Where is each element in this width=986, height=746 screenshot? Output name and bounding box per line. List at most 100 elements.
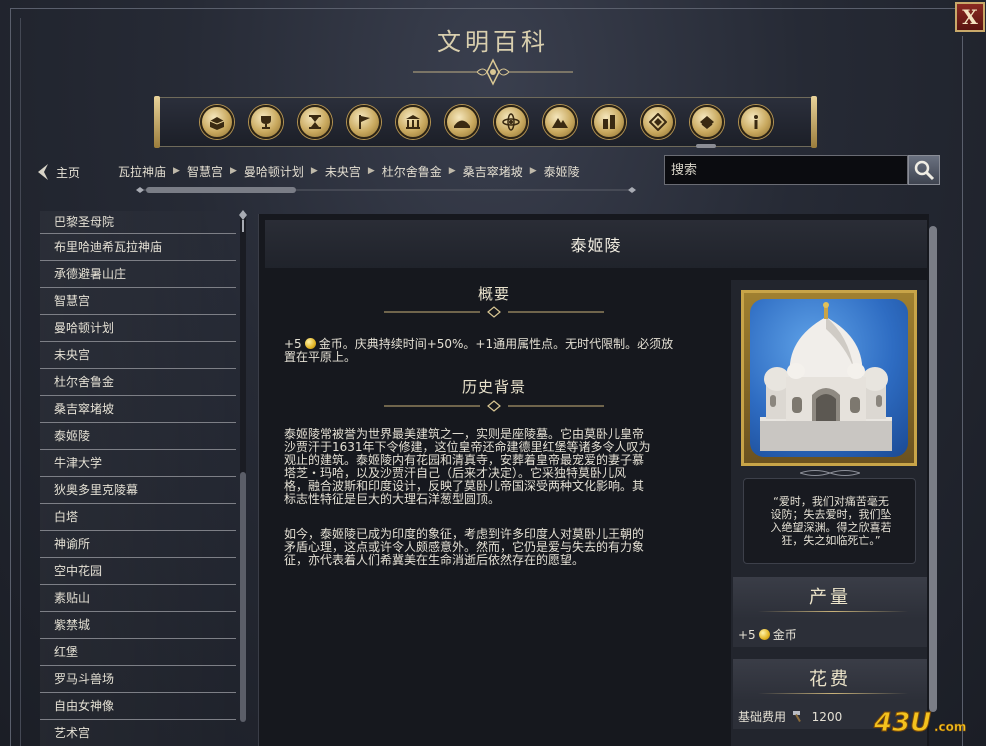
gold-coin-icon xyxy=(304,338,316,349)
quote-line: 入绝望深渊。得之欣喜若 xyxy=(770,521,892,534)
category-diamond-icon[interactable] xyxy=(641,105,675,139)
section-divider-icon xyxy=(384,400,604,412)
sidebar-item[interactable]: 神谕所 xyxy=(40,531,236,558)
search-button[interactable] xyxy=(908,155,940,185)
section-divider-icon xyxy=(384,306,604,318)
category-atom-icon[interactable] xyxy=(494,105,528,139)
history-paragraph-2: 如今，泰姬陵已成为印度的象征，考虑到许多印度人对莫卧儿王朝的 矛盾心理，这点或许… xyxy=(284,528,714,567)
breadcrumb-separator-icon: ▶ xyxy=(367,166,375,176)
cost-row: 基础费用 1200 xyxy=(738,708,842,725)
summary-prefix: +5 xyxy=(284,337,302,351)
portrait-ornament-icon xyxy=(800,470,860,476)
breadcrumb-item[interactable]: 曼哈顿计划 xyxy=(244,163,304,180)
svg-text:43U: 43U xyxy=(873,708,931,738)
home-label: 主页 xyxy=(56,165,81,180)
category-hourglass-icon[interactable] xyxy=(298,105,332,139)
category-info-icon[interactable] xyxy=(739,105,773,139)
cost-label: 基础费用 xyxy=(738,710,787,724)
summary-line-1: 金币。庆典持续时间+50%。+1通用属性点。无时代限制。必须放 xyxy=(318,337,674,351)
category-tent-icon[interactable] xyxy=(445,105,479,139)
summary-line-2: 置在平原上。 xyxy=(284,350,357,364)
frame-top-line xyxy=(10,8,956,9)
category-flag-icon[interactable] xyxy=(347,105,381,139)
page-title: 文明百科 xyxy=(437,28,549,56)
home-link[interactable]: 主页 xyxy=(36,162,80,182)
cost-heading: 花费 xyxy=(809,669,851,690)
sidebar-item[interactable]: 罗马斗兽场 xyxy=(40,666,236,693)
sidebar-item[interactable]: 空中花园 xyxy=(40,558,236,585)
sidebar-item[interactable]: 白塔 xyxy=(40,504,236,531)
history-heading: 历史背景 xyxy=(461,378,526,396)
breadcrumb-item[interactable]: 哈瓦拉神庙 xyxy=(118,163,166,180)
breadcrumb-separator-icon: ▶ xyxy=(229,166,237,176)
category-boxes-icon[interactable] xyxy=(200,105,234,139)
taj-mahal-icon xyxy=(760,302,892,451)
search-icon xyxy=(914,160,935,181)
sidebar-item[interactable]: 未央宫 xyxy=(40,342,236,369)
sidebar-item[interactable]: 艺术宫 xyxy=(40,720,236,746)
summary-heading: 概要 xyxy=(477,285,510,303)
sidebar-item[interactable]: 紫禁城 xyxy=(40,612,236,639)
sidebar-item[interactable]: 牛津大学 xyxy=(40,450,236,477)
hammer-icon xyxy=(792,711,801,722)
sidebar-item[interactable]: 曼哈顿计划 xyxy=(40,315,236,342)
history-paragraph-1: 泰姬陵常被誉为世界最美建筑之一，实则是座陵墓。它由莫卧儿皇帝 沙贾汗于1631年… xyxy=(284,428,714,506)
title-ornament-icon xyxy=(413,58,573,86)
article-title: 泰姬陵 xyxy=(570,236,622,255)
sidebar-list: 巴黎圣母院 布里哈迪希瓦拉神庙 承德避暑山庄 智慧宫 曼哈顿计划 未央宫 杜尔舍… xyxy=(40,211,236,746)
frame-right-line xyxy=(962,36,963,746)
sidebar-item-selected[interactable]: 泰姬陵 xyxy=(40,423,236,450)
sidebar-scroll-thumb[interactable] xyxy=(240,472,246,722)
production-heading: 产量 xyxy=(809,587,851,608)
breadcrumb-scrollbar[interactable] xyxy=(136,186,636,194)
back-arrow-icon xyxy=(38,164,48,180)
breadcrumb-item[interactable]: 桑吉窣堵坡 xyxy=(463,163,523,180)
category-book-icon[interactable] xyxy=(690,105,724,139)
search-input[interactable] xyxy=(664,155,908,185)
breadcrumb-item-current[interactable]: 泰姬陵 xyxy=(544,163,580,180)
breadcrumb-separator-icon: ▶ xyxy=(310,166,318,176)
frame-left-inner-line xyxy=(20,18,21,746)
quote-line: 狂，失之如临死亡。” xyxy=(781,534,881,547)
breadcrumb: 哈瓦拉神庙 ▶ 智慧宫 ▶ 曼哈顿计划 ▶ 未央宫 ▶ 杜尔舍鲁金 ▶ 桑吉窣堵… xyxy=(118,160,618,182)
svg-text:.com: .com xyxy=(934,720,966,734)
breadcrumb-item[interactable]: 未央宫 xyxy=(325,163,361,180)
production-row: +5 金币 xyxy=(738,626,797,643)
portrait-inner xyxy=(750,299,908,457)
sidebar-item[interactable]: 红堡 xyxy=(40,639,236,666)
quote-line: 设防；失去爱时，我们坠 xyxy=(770,508,892,521)
close-button[interactable]: X xyxy=(955,2,985,32)
sidebar-item[interactable]: 素贴山 xyxy=(40,585,236,612)
breadcrumb-item[interactable]: 杜尔舍鲁金 xyxy=(382,163,442,180)
history-line: 征，亦代表着人们希冀美在生命消逝后依然存在的愿望。 xyxy=(284,553,585,567)
cost-divider xyxy=(758,693,908,694)
cost-value: 1200 xyxy=(811,710,843,724)
category-mountain-icon[interactable] xyxy=(543,105,577,139)
sidebar-item[interactable]: 巴黎圣母院 xyxy=(40,211,236,234)
category-building-icon[interactable] xyxy=(396,105,430,139)
scroll-cap-icon xyxy=(239,210,247,232)
site-watermark-logo: 43U .com xyxy=(873,708,967,739)
bar-left-bracket xyxy=(154,96,160,148)
history-line: 标志性特征是巨大的大理石洋葱型圆顶。 xyxy=(284,492,501,506)
breadcrumb-item[interactable]: 智慧宫 xyxy=(187,163,223,180)
category-bar xyxy=(154,96,817,148)
sidebar-item[interactable]: 智慧宫 xyxy=(40,288,236,315)
breadcrumb-separator-icon: ▶ xyxy=(529,166,537,176)
quote-text: “爱时，我们对痛苦毫无 设防；失去爱时，我们坠 入绝望深渊。得之欣喜若 狂，失之… xyxy=(752,495,910,547)
breadcrumb-separator-icon: ▶ xyxy=(173,166,180,176)
category-trophy-icon[interactable] xyxy=(249,105,283,139)
sidebar-item[interactable]: 桑吉窣堵坡 xyxy=(40,396,236,423)
bar-right-bracket xyxy=(811,96,817,148)
sidebar-item[interactable]: 杜尔舍鲁金 xyxy=(40,369,236,396)
sidebar-item[interactable]: 承德避暑山庄 xyxy=(40,261,236,288)
production-unit: 金币 xyxy=(772,628,797,642)
content-scrollbar[interactable] xyxy=(929,226,937,712)
category-bar-indicator xyxy=(696,144,716,148)
quote-line: “爱时，我们对痛苦毫无 xyxy=(773,495,889,508)
sidebar-item[interactable]: 自由女神像 xyxy=(40,693,236,720)
frame-left-line xyxy=(10,8,11,746)
sidebar-item[interactable]: 狄奥多里克陵幕 xyxy=(40,477,236,504)
sidebar-item[interactable]: 布里哈迪希瓦拉神庙 xyxy=(40,234,236,261)
category-district-icon[interactable] xyxy=(592,105,626,139)
